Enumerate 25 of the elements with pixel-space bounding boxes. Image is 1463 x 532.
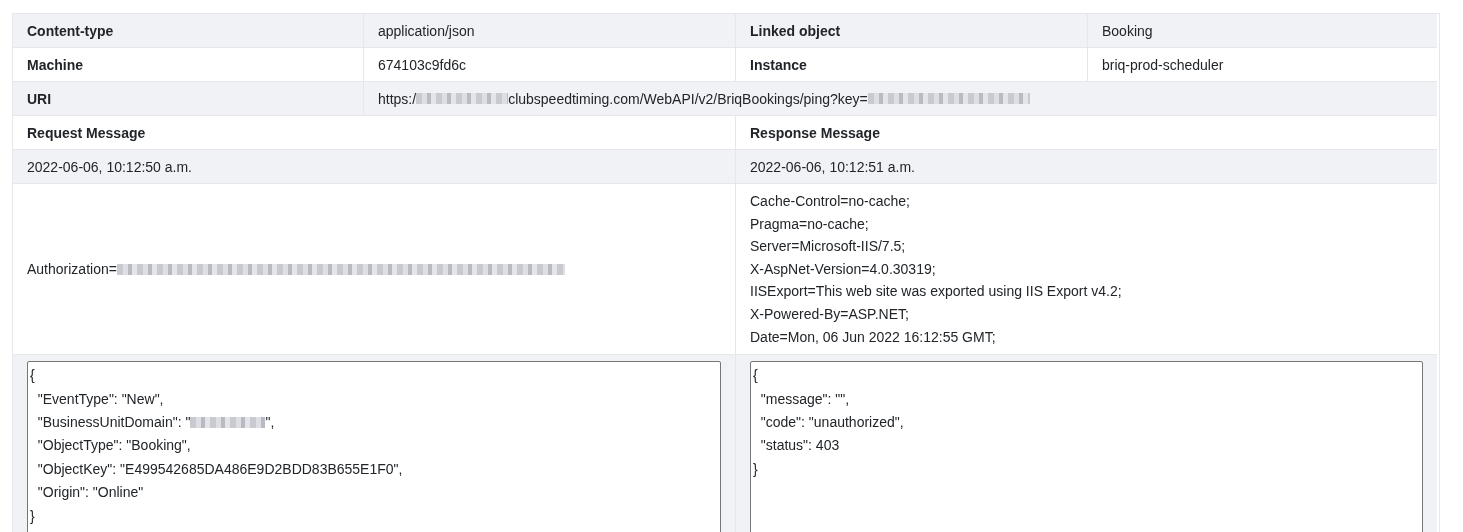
section-title: Response Message: [750, 124, 880, 141]
header-text: Authorization=: [27, 259, 117, 279]
uri-text: https:/: [378, 90, 417, 107]
section-title: Request Message: [27, 124, 146, 141]
field-value: 674103c9fd6c: [378, 56, 466, 73]
header-text: IISExport=This web site was exported using IIS Export v4.2;: [750, 282, 1122, 302]
field-label: URI: [27, 90, 52, 107]
field-label: Linked object: [750, 22, 841, 39]
timestamp: 2022-06-06, 10:12:50 a.m.: [27, 158, 192, 175]
header-text: Cache-Control=no-cache;: [750, 192, 910, 211]
header-text: X-AspNet-Version=4.0.30319;: [750, 259, 936, 279]
field-value: application/json: [378, 22, 475, 39]
header-text: Server=Microsoft-IIS/7.5;: [750, 237, 906, 257]
request-body-textarea[interactable]: { "EventType": "New", "BusinessUnitDomain": " ", "ObjectType": "Booking", "ObjectKey": "E499542685DA486E9D2BDD83B655E1F0", "Origin": "Online" }: [27, 361, 721, 532]
field-value: briq-prod-scheduler: [1102, 56, 1224, 73]
field-label: Instance: [750, 56, 807, 73]
timestamp: 2022-06-06, 10:12:51 a.m.: [750, 158, 915, 175]
header-text: Date=Mon, 06 Jun 2022 16:12:55 GMT;: [750, 327, 996, 347]
header-text: X-Powered-By=ASP.NET;: [750, 304, 909, 324]
uri-text: clubspeedtiming.com/WebAPI/v2/BriqBookings/ping?key=: [508, 90, 868, 107]
field-value: Booking: [1102, 22, 1153, 39]
field-label: Content-type: [27, 22, 114, 39]
header-text: Pragma=no-cache;: [750, 214, 869, 234]
field-label: Machine: [27, 56, 83, 73]
response-body-textarea[interactable]: { "message": "", "code": "unauthorized", "status": 403 }: [750, 361, 1423, 532]
